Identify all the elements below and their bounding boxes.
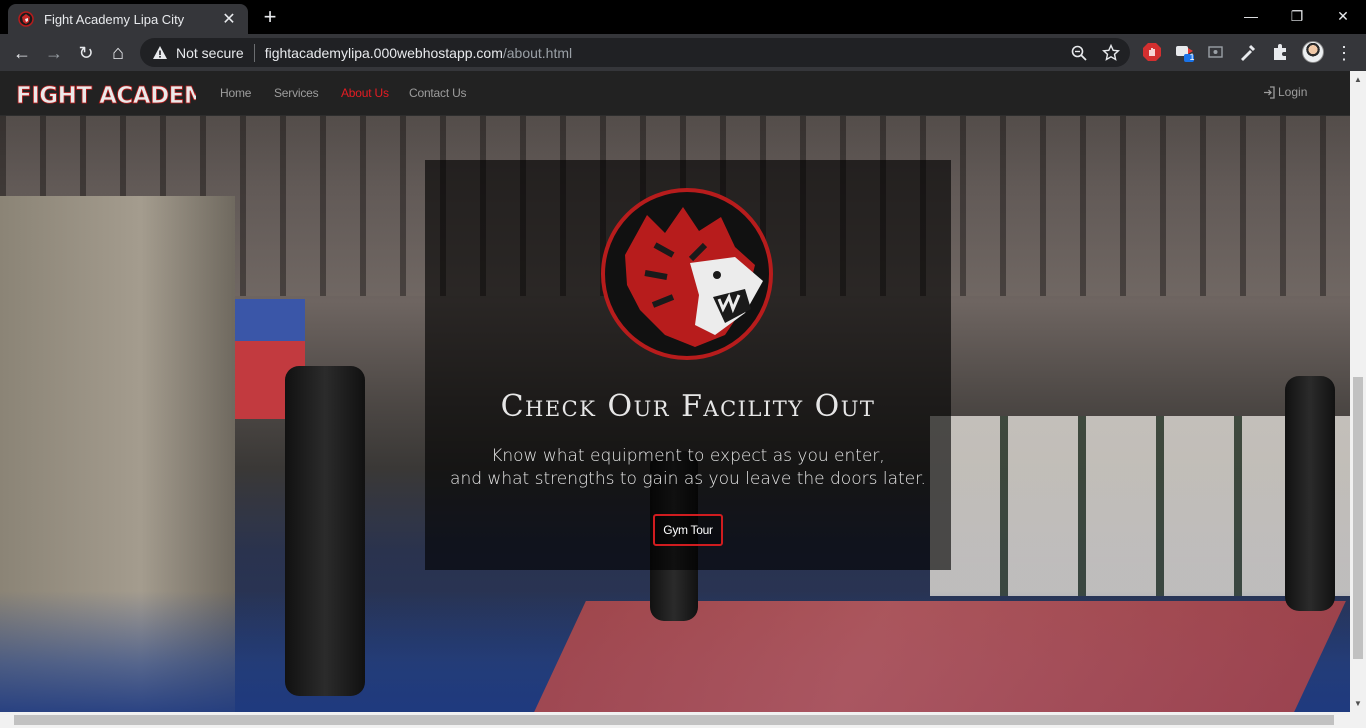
vertical-scrollbar[interactable]: ▲ ▼ (1350, 71, 1366, 712)
zoom-icon[interactable] (1070, 44, 1088, 62)
browser-tab[interactable]: Fight Academy Lipa City ✕ (8, 4, 248, 34)
hero-card: Check Our Facility Out Know what equipme… (425, 160, 951, 570)
address-bar[interactable]: Not secure fightacademylipa.000webhostap… (140, 38, 1130, 67)
scrollbar-thumb[interactable] (1353, 377, 1363, 659)
site-navbar: FIGHT ACADEMY Home Services About Us Con… (0, 71, 1350, 116)
tab-title: Fight Academy Lipa City (44, 11, 185, 27)
extension-badge-count: 1 (1189, 52, 1195, 62)
punching-bag (1285, 376, 1335, 611)
nav-services-link[interactable]: Services (274, 86, 319, 100)
minimize-button[interactable]: — (1228, 4, 1274, 28)
url-path[interactable]: /about.html (503, 45, 572, 61)
login-label: Login (1278, 85, 1308, 99)
omnibox-divider (253, 43, 255, 62)
nav-contact-link[interactable]: Contact Us (409, 86, 467, 100)
back-button[interactable]: ← (8, 39, 36, 67)
scroll-down-arrow-icon[interactable]: ▼ (1354, 699, 1362, 708)
adblock-extension-icon[interactable] (1142, 42, 1162, 62)
nav-home-link[interactable]: Home (220, 86, 251, 100)
profile-avatar[interactable] (1302, 41, 1324, 63)
hero-subtitle-line: Know what equipment to expect as you ent… (491, 446, 885, 466)
forward-button[interactable]: → (40, 39, 68, 67)
login-link[interactable]: Login (1263, 85, 1307, 99)
brand-text: FIGHT ACADEMY (16, 83, 196, 107)
login-icon (1264, 85, 1275, 99)
security-label[interactable]: Not secure (176, 45, 244, 61)
tiger-favicon-icon (18, 11, 34, 27)
gym-tour-button[interactable]: Gym Tour (653, 514, 723, 546)
browser-toolbar: ← → ↻ ⌂ Not secure fightacademylipa.000w… (0, 34, 1366, 71)
punching-bag (285, 366, 365, 696)
web-page: FIGHT ACADEMY Home Services About Us Con… (0, 71, 1350, 712)
hero-subtitle-line: and what strengths to gain as you leave … (450, 469, 926, 489)
tab-close-icon[interactable]: ✕ (220, 9, 238, 29)
tab-strip: Fight Academy Lipa City ✕ + — ❐ ✕ (0, 0, 1366, 34)
brand-logo[interactable]: FIGHT ACADEMY (16, 81, 196, 107)
reload-button[interactable]: ↻ (72, 39, 100, 67)
horizontal-scrollbar[interactable] (0, 712, 1366, 728)
screen-capture-extension-icon[interactable] (1206, 42, 1226, 62)
bookmark-star-icon[interactable] (1102, 44, 1120, 62)
restore-button[interactable]: ❐ (1274, 4, 1320, 28)
nav-about-link[interactable]: About Us (341, 86, 389, 100)
browser-menu-button[interactable]: ⋮ (1330, 39, 1358, 67)
eyedropper-extension-icon[interactable] (1238, 42, 1258, 62)
scrollbar-thumb[interactable] (14, 715, 1334, 725)
warning-icon (153, 45, 167, 59)
url-host[interactable]: fightacademylipa.000webhostapp.com (265, 45, 503, 61)
home-button[interactable]: ⌂ (104, 39, 132, 67)
new-tab-button[interactable]: + (258, 6, 282, 30)
hero-subtitle: Know what equipment to expect as you ent… (425, 445, 951, 491)
scroll-up-arrow-icon[interactable]: ▲ (1354, 75, 1362, 84)
hero-title: Check Our Facility Out (500, 389, 876, 424)
puzzle-extensions-icon[interactable] (1270, 42, 1290, 62)
close-window-button[interactable]: ✕ (1320, 4, 1366, 28)
tiger-logo (601, 188, 773, 360)
